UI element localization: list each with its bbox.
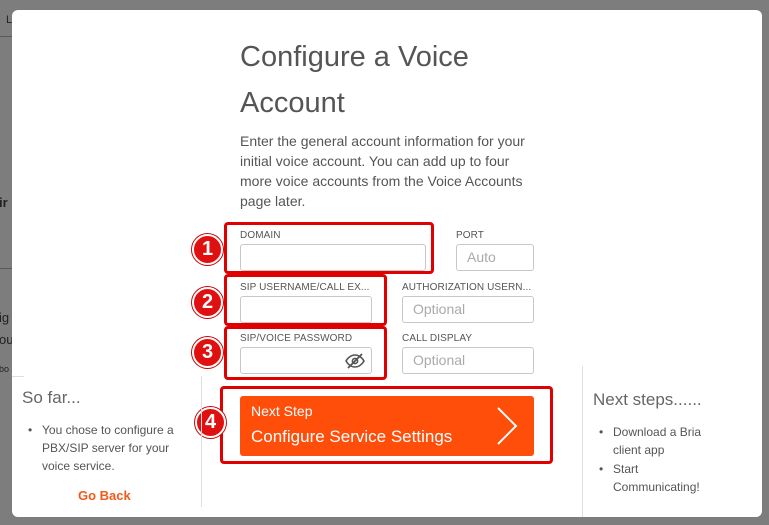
annotation-number: 2 xyxy=(192,287,223,318)
annotation-box-domain xyxy=(224,222,434,274)
background-divider xyxy=(0,268,12,269)
next-step-label: Next Step xyxy=(251,403,313,419)
annotation-number: 1 xyxy=(192,234,223,265)
intro-text: Enter the general account information fo… xyxy=(240,133,525,209)
section-divider xyxy=(201,376,202,507)
configure-voice-account-dialog: Configure a Voice Account Enter the gene… xyxy=(12,10,762,517)
section-divider xyxy=(582,366,583,517)
list-item: Start Communicating! xyxy=(599,460,719,496)
so-far-list: You chose to configure a PBX/SIP server … xyxy=(28,421,190,476)
authorization-username-input[interactable]: Optional xyxy=(402,296,534,323)
chevron-right-icon xyxy=(497,407,518,445)
authorization-username-label: AUTHORIZATION USERN... xyxy=(402,282,532,293)
background-text: ir xyxy=(0,195,8,210)
background-divider xyxy=(0,36,12,37)
next-steps-list: Download a Bria client app Start Communi… xyxy=(599,423,719,497)
port-input[interactable]: Auto xyxy=(456,244,534,271)
list-item: You chose to configure a PBX/SIP server … xyxy=(28,421,190,475)
next-step-action-label: Configure Service Settings xyxy=(251,427,453,446)
call-display-label: CALL DISPLAY xyxy=(402,333,473,344)
next-steps-heading: Next steps...... xyxy=(593,390,702,409)
so-far-heading: So far... xyxy=(22,388,81,407)
page-title: Configure a Voice Account xyxy=(240,41,469,119)
call-display-input[interactable]: Optional xyxy=(402,347,534,374)
port-label: PORT xyxy=(456,230,484,241)
annotation-box-sip-password xyxy=(224,326,387,380)
background-text: ig xyxy=(0,310,10,325)
next-step-button[interactable]: Next Step Configure Service Settings xyxy=(240,396,534,456)
section-divider xyxy=(12,376,24,377)
annotation-number: 3 xyxy=(192,337,223,368)
list-item: Download a Bria client app xyxy=(599,423,719,459)
background-text: bo xyxy=(0,364,10,374)
annotation-number: 4 xyxy=(195,407,226,438)
go-back-link[interactable]: Go Back xyxy=(78,488,131,503)
annotation-box-sip-username xyxy=(224,274,387,326)
